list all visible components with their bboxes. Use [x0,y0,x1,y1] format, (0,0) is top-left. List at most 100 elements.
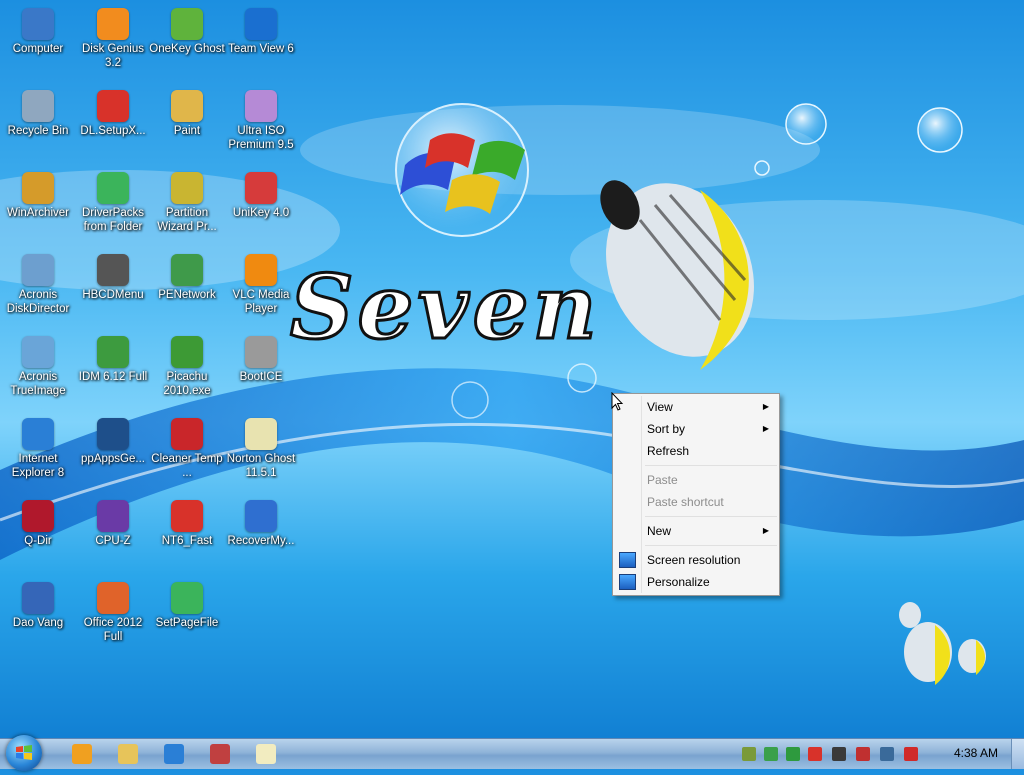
tray-tool-icon[interactable] [742,747,756,761]
taskbar-media-player-icon[interactable] [72,744,92,764]
taskbar-folder-icon[interactable] [118,744,138,764]
desktop-icon[interactable]: NT6_Fast [149,496,225,548]
desktop-icon-label: PENetwork [158,289,216,301]
menu-item-new[interactable]: New ▶ [613,520,779,542]
desktop-icon-label: Norton Ghost 11.5.1 [226,453,296,479]
desktop-icon-label: Q-Dir [24,535,52,547]
desktop-icon-label: NT6_Fast [161,535,213,547]
desktop-icon[interactable]: Team View 6 [223,4,299,56]
taskbar-clock[interactable]: 4:38 AM [954,746,998,760]
menu-item-paste-label: Paste [647,473,678,487]
bootice-icon [245,336,277,368]
star-badge-icon[interactable] [808,747,822,761]
driverpacks-icon [97,172,129,204]
desktop-icon-label: Ultra ISO Premium 9.5 [228,125,294,151]
desktop-icon[interactable]: BootICE [223,332,299,384]
desktop-icon[interactable]: Picachu 2010.exe [149,332,225,398]
flag-icon[interactable] [856,747,870,761]
desktop-icon[interactable]: Disk Genius 3.2 [75,4,151,70]
acronis-disk-icon [22,254,54,286]
winarchiver-icon [22,172,54,204]
desktop-icon-label: Recycle Bin [7,125,69,137]
desktop-icon[interactable]: Internet Explorer 8 [0,414,76,480]
desktop-icon-label: Paint [173,125,201,137]
hbcd-tools-icon [97,254,129,286]
start-button[interactable] [6,735,42,771]
desktop-icon[interactable]: PENetwork [149,250,225,302]
desktop-icon[interactable]: OneKey Ghost [149,4,225,56]
recycle-bin-icon [22,90,54,122]
menu-item-personalize[interactable]: Personalize [613,571,779,593]
desktop-icon[interactable]: Office 2012 Full [75,578,151,644]
desktop-icon[interactable]: WinArchiver [0,168,76,220]
desktop-icon[interactable]: Partition Wizard Pr... [149,168,225,234]
desktop-icon-label: Acronis TrueImage [10,371,66,397]
wallpaper-logo-text: Seven [290,255,601,359]
taskbar-internet-explorer-icon[interactable] [164,744,184,764]
menu-separator [645,516,777,517]
desktop-icon-label: BootICE [239,371,283,383]
q-dir-icon [22,500,54,532]
norton-ghost-icon [245,418,277,450]
desktop-icon-label: VLC Media Player [232,289,290,315]
desktop-icon-label: HBCDMenu [82,289,144,301]
desktop-icon-label: Acronis DiskDirector [6,289,70,315]
desktop-icon[interactable]: Acronis TrueImage [0,332,76,398]
desktop-icon[interactable]: SetPageFile [149,578,225,630]
menu-item-paste-shortcut[interactable]: Paste shortcut [613,491,779,513]
ccleaner-icon [171,418,203,450]
setup-star-icon [97,90,129,122]
desktop-icon-label: IDM 6.12 Full [78,371,148,383]
desktop-icon[interactable]: Recycle Bin [0,86,76,138]
dao-vang-icon [22,582,54,614]
mouse-pointer-icon [611,392,624,411]
desktop-icon[interactable]: HBCDMenu [75,250,151,302]
menu-item-view[interactable]: View ▶ [613,396,779,418]
internet-explorer-icon [22,418,54,450]
desktop-icon[interactable]: Cleaner Temp ... [149,414,225,480]
menu-item-paste[interactable]: Paste [613,469,779,491]
desktop-icon-label: DriverPacks from Folder [82,207,144,233]
desktop-icon-label: WinArchiver [7,207,69,219]
desktop-icon-label: Partition Wizard Pr... [157,207,217,233]
eject-icon[interactable] [832,747,846,761]
desktop-icon[interactable]: Acronis DiskDirector [0,250,76,316]
desktop-icon[interactable]: IDM 6.12 Full [75,332,151,384]
menu-item-screen-resolution[interactable]: Screen resolution [613,549,779,571]
desktop-icon[interactable]: UniKey 4.0 [223,168,299,220]
menu-item-refresh-label: Refresh [647,444,690,458]
menu-item-sort-by-label: Sort by [647,422,686,436]
menu-item-refresh[interactable]: Refresh [613,440,779,462]
desktop-icon[interactable]: Ultra ISO Premium 9.5 [223,86,299,152]
desktop-icon[interactable]: CPU-Z [75,496,151,548]
vlc-cone-icon [245,254,277,286]
shield-check-icon[interactable] [764,747,778,761]
desktop-icon[interactable]: VLC Media Player [223,250,299,316]
desktop-icon[interactable]: Q-Dir [0,496,76,548]
desktop-icon[interactable]: Norton Ghost 11.5.1 [223,414,299,480]
desktop-icon[interactable]: DriverPacks from Folder [75,168,151,234]
show-desktop-button[interactable] [1011,739,1024,769]
desktop-icon[interactable]: ppAppsGe... [75,414,151,466]
desktop-icon[interactable]: Dao Vang [0,578,76,630]
disk-genius-icon [97,8,129,40]
desktop-icon[interactable]: RecoverMy... [223,496,299,548]
onekey-ghost-icon [171,8,203,40]
desktop-icon[interactable]: Paint [149,86,225,138]
submenu-arrow-icon: ▶ [762,526,769,535]
penetwork-icon [171,254,203,286]
taskbar-ghost-icon[interactable] [256,744,276,764]
taskbar-network-tool-icon[interactable] [210,744,230,764]
menu-item-screen-resolution-label: Screen resolution [647,553,741,567]
menu-separator [645,545,777,546]
menu-item-sort-by[interactable]: Sort by ▶ [613,418,779,440]
ppapps-icon [97,418,129,450]
desktop-icon-label: Picachu 2010.exe [163,371,211,397]
submenu-arrow-icon: ▶ [762,424,769,433]
play-circle-icon[interactable] [786,747,800,761]
desktop-icon-label: Computer [12,43,64,55]
desktop-icon[interactable]: Computer [0,4,76,56]
network-icon[interactable] [880,747,894,761]
volume-muted-icon[interactable] [904,747,918,761]
desktop-icon[interactable]: DL.SetupX... [75,86,151,138]
